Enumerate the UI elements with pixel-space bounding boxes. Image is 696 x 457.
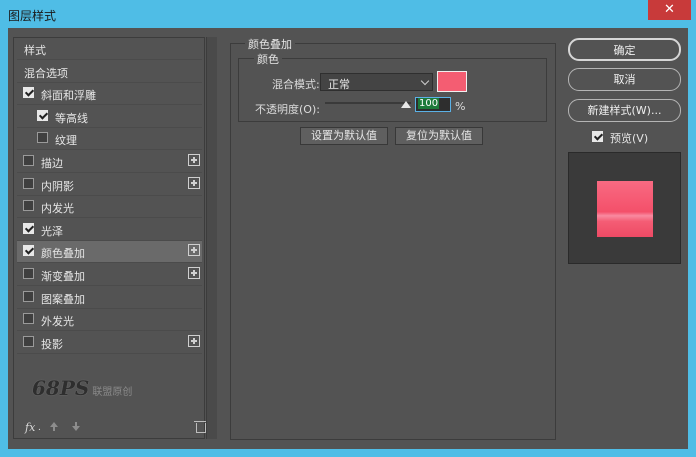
style-item[interactable]: 内阴影: [17, 174, 202, 196]
style-item[interactable]: 混合选项: [17, 61, 202, 83]
style-checkbox[interactable]: [23, 290, 34, 302]
style-item[interactable]: 外发光: [17, 309, 202, 332]
style-item[interactable]: 样式: [17, 38, 202, 60]
style-checkbox[interactable]: [23, 222, 34, 234]
opacity-slider-thumb[interactable]: [401, 101, 411, 108]
style-checkbox[interactable]: [23, 313, 34, 325]
style-item[interactable]: 纹理: [17, 128, 202, 151]
style-item-label: 描边: [41, 157, 63, 170]
style-item[interactable]: 斜面和浮雕: [17, 83, 202, 106]
style-item[interactable]: 投影: [17, 332, 202, 354]
style-item[interactable]: 渐变叠加: [17, 264, 202, 286]
style-item-label: 图案叠加: [41, 292, 85, 306]
title-bar[interactable]: 图层样式 ✕: [0, 0, 696, 28]
close-icon[interactable]: ✕: [648, 0, 691, 20]
style-item[interactable]: 颜色叠加: [17, 241, 202, 264]
style-item-label: 投影: [41, 337, 63, 351]
style-checkbox[interactable]: [23, 268, 34, 279]
style-item-label: 混合选项: [24, 66, 68, 80]
style-item[interactable]: 光泽: [17, 219, 202, 241]
style-checkbox[interactable]: [23, 245, 34, 257]
new-style-button[interactable]: 新建样式(W)...: [568, 99, 681, 122]
style-checkbox[interactable]: [23, 335, 34, 347]
style-checkbox[interactable]: [37, 109, 48, 121]
group-title: 颜色叠加: [245, 36, 295, 52]
style-item-label: 等高线: [55, 111, 88, 125]
preview-box: [568, 152, 681, 264]
style-item-label: 外发光: [41, 315, 74, 329]
preview-checkbox[interactable]: [592, 131, 603, 142]
watermark-caption: 联盟原创: [92, 387, 133, 398]
ok-button[interactable]: 确定: [568, 38, 681, 61]
add-effect-icon[interactable]: [188, 267, 200, 279]
style-checkbox[interactable]: [23, 87, 34, 99]
opacity-slider-track[interactable]: [325, 102, 411, 104]
style-item-label: 颜色叠加: [41, 247, 85, 261]
window-title: 图层样式: [8, 9, 57, 23]
blend-mode-value: 正常: [328, 78, 350, 91]
style-list-scrollbar[interactable]: [206, 37, 217, 439]
move-up-icon[interactable]: [50, 422, 58, 431]
watermark-logo: 68PS: [32, 376, 90, 400]
style-item[interactable]: 等高线: [17, 106, 202, 128]
style-item-label: 斜面和浮雕: [41, 89, 96, 103]
add-effect-icon[interactable]: [188, 334, 200, 347]
preview-thumbnail: [597, 181, 653, 237]
style-item-label: 纹理: [55, 134, 77, 148]
set-default-button[interactable]: 设置为默认值: [300, 127, 388, 145]
preview-label: 预览(V): [610, 132, 649, 145]
style-item-label: 样式: [24, 44, 46, 57]
trash-icon[interactable]: [194, 421, 206, 433]
style-checkbox[interactable]: [23, 177, 34, 189]
reset-default-button[interactable]: 复位为默认值: [395, 127, 483, 145]
style-list-toolbar: fx: [22, 421, 212, 436]
opacity-input[interactable]: 100: [415, 97, 451, 112]
style-checkbox[interactable]: [23, 200, 34, 212]
style-item-label: 内阴影: [41, 179, 74, 193]
style-checkbox[interactable]: [23, 155, 34, 166]
opacity-label: 不透明度(O):: [255, 103, 320, 116]
style-item-label: 渐变叠加: [41, 270, 85, 283]
watermark: 68PS 联盟原创: [32, 376, 132, 400]
style-item[interactable]: 描边: [17, 151, 202, 173]
style-checkbox[interactable]: [37, 132, 48, 144]
blend-mode-select[interactable]: 正常: [320, 73, 433, 91]
opacity-unit: %: [455, 100, 466, 113]
opacity-value: 100: [418, 98, 440, 109]
style-item-label: 光泽: [41, 224, 63, 238]
add-effect-icon[interactable]: [188, 244, 200, 257]
add-effect-icon[interactable]: [188, 154, 200, 166]
subgroup-title: 颜色: [254, 51, 282, 67]
style-item[interactable]: 内发光: [17, 196, 202, 219]
overlay-color-swatch[interactable]: [437, 71, 467, 92]
move-down-icon[interactable]: [72, 422, 80, 431]
cancel-button[interactable]: 取消: [568, 68, 681, 91]
chevron-down-icon: [420, 76, 430, 86]
style-item[interactable]: 图案叠加: [17, 287, 202, 309]
add-effect-icon[interactable]: [188, 176, 200, 189]
blend-mode-label: 混合模式:: [272, 78, 320, 91]
fx-icon[interactable]: fx: [25, 421, 41, 434]
style-item-label: 内发光: [41, 202, 74, 216]
